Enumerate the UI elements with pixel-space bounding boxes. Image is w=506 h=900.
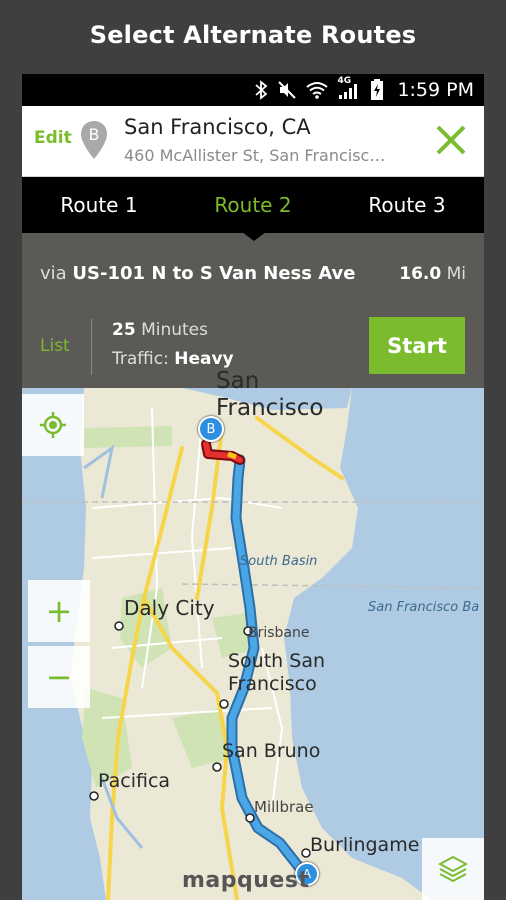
map-label-sf-bay: San Francisco Ba <box>368 600 480 615</box>
map-view[interactable]: San Francisco South Basin San Francisco … <box>22 368 484 900</box>
tab-route-3[interactable]: Route 3 <box>330 177 484 233</box>
caption-title: Select Alternate Routes <box>89 21 417 49</box>
route-via: via US-101 N to S Van Ness Ave <box>40 263 355 284</box>
mute-icon <box>277 79 297 101</box>
route-traffic: Traffic: Heavy <box>112 349 234 369</box>
map-label-san-francisco: San Francisco <box>216 368 324 421</box>
status-bar: 4G 1:59 PM <box>22 74 484 106</box>
map-label-south-sf: South San Francisco <box>228 650 326 695</box>
via-prefix: via <box>40 263 67 284</box>
close-icon[interactable] <box>434 123 468 161</box>
distance-value: 16.0 <box>399 264 442 284</box>
destination-title: San Francisco, CA <box>124 115 311 139</box>
map-label-daly-city: Daly City <box>124 596 215 620</box>
map-label-millbrae: Millbrae <box>254 798 314 816</box>
tab-route-1[interactable]: Route 1 <box>22 177 176 233</box>
traffic-label: Traffic: <box>112 349 169 369</box>
destination-bar: Edit B San Francisco, CA 460 McAllister … <box>22 106 484 177</box>
map-label-burlingame: Burlingame <box>310 834 420 856</box>
map-label-brisbane: Brisbane <box>248 625 310 641</box>
route-duration: 25 Minutes <box>112 320 208 340</box>
route-tabs: Route 1 Route 2 Route 3 <box>22 177 484 233</box>
map-label-pacifica: Pacifica <box>98 770 171 792</box>
active-tab-pointer <box>242 232 266 241</box>
layers-icon <box>438 855 468 883</box>
map-label-south-basin: South Basin <box>240 554 318 569</box>
destination-address: 460 McAllister St, San Francisc… <box>124 146 386 165</box>
zoom-out-button[interactable]: − <box>28 646 90 708</box>
traffic-value: Heavy <box>174 349 234 369</box>
mapquest-logo: mapquest <box>182 868 310 893</box>
tab-route-2[interactable]: Route 2 <box>176 177 330 233</box>
start-button[interactable]: Start <box>369 317 465 374</box>
distance-unit: Mi <box>446 264 466 284</box>
clock: 1:59 PM <box>397 79 474 101</box>
map-layers-button[interactable] <box>422 838 484 900</box>
destination-pin-icon: B <box>80 120 108 164</box>
network-type-label: 4G <box>337 76 352 86</box>
destination-pin-letter: B <box>88 125 100 144</box>
cellular-signal-icon: 4G <box>337 76 361 101</box>
battery-charging-icon <box>370 79 384 101</box>
wifi-icon <box>306 79 329 101</box>
map-label-san-bruno: San Bruno <box>222 740 321 762</box>
route-end-marker[interactable]: B <box>198 416 224 442</box>
bluetooth-icon <box>254 79 268 101</box>
crosshair-icon <box>40 412 66 438</box>
zoom-in-button[interactable]: + <box>28 580 90 642</box>
via-road: US-101 N to S Van Ness Ave <box>72 263 356 284</box>
map-canvas <box>22 388 484 900</box>
route-summary-panel: via US-101 N to S Van Ness Ave 16.0 Mi L… <box>22 232 484 388</box>
edit-button[interactable]: Edit <box>34 128 72 148</box>
duration-value: 25 <box>112 320 136 340</box>
panel-divider <box>91 319 92 375</box>
list-button[interactable]: List <box>40 336 70 356</box>
route-distance: 16.0 Mi <box>399 264 466 284</box>
duration-unit: Minutes <box>141 320 208 340</box>
phone-screen: 4G 1:59 PM Edit B San Francisco, CA 460 … <box>22 74 484 900</box>
locate-me-button[interactable] <box>22 394 84 456</box>
